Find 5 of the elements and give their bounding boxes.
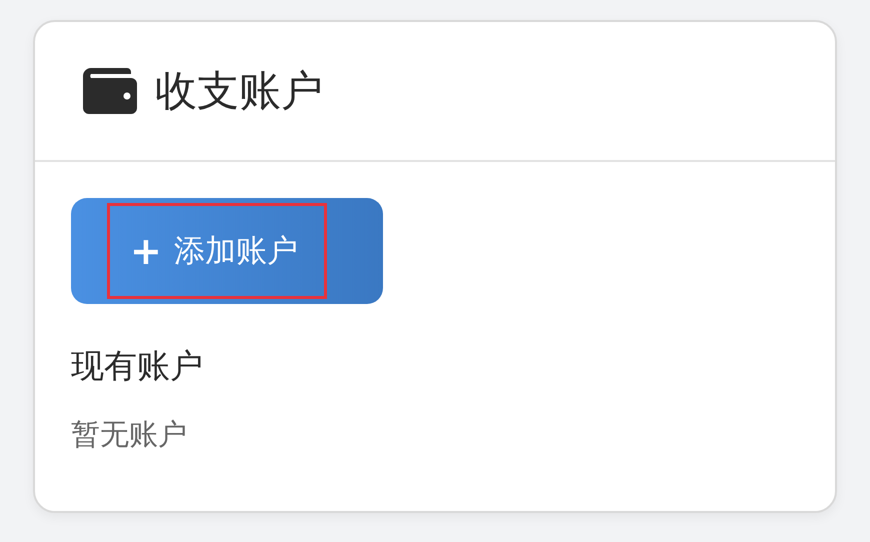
section-heading: 现有账户: [71, 345, 204, 387]
add-account-button[interactable]: + 添加账户: [71, 198, 383, 304]
wallet-icon: [83, 68, 137, 114]
empty-message: 暂无账户: [71, 416, 188, 453]
card-title: 收支账户: [155, 65, 323, 117]
